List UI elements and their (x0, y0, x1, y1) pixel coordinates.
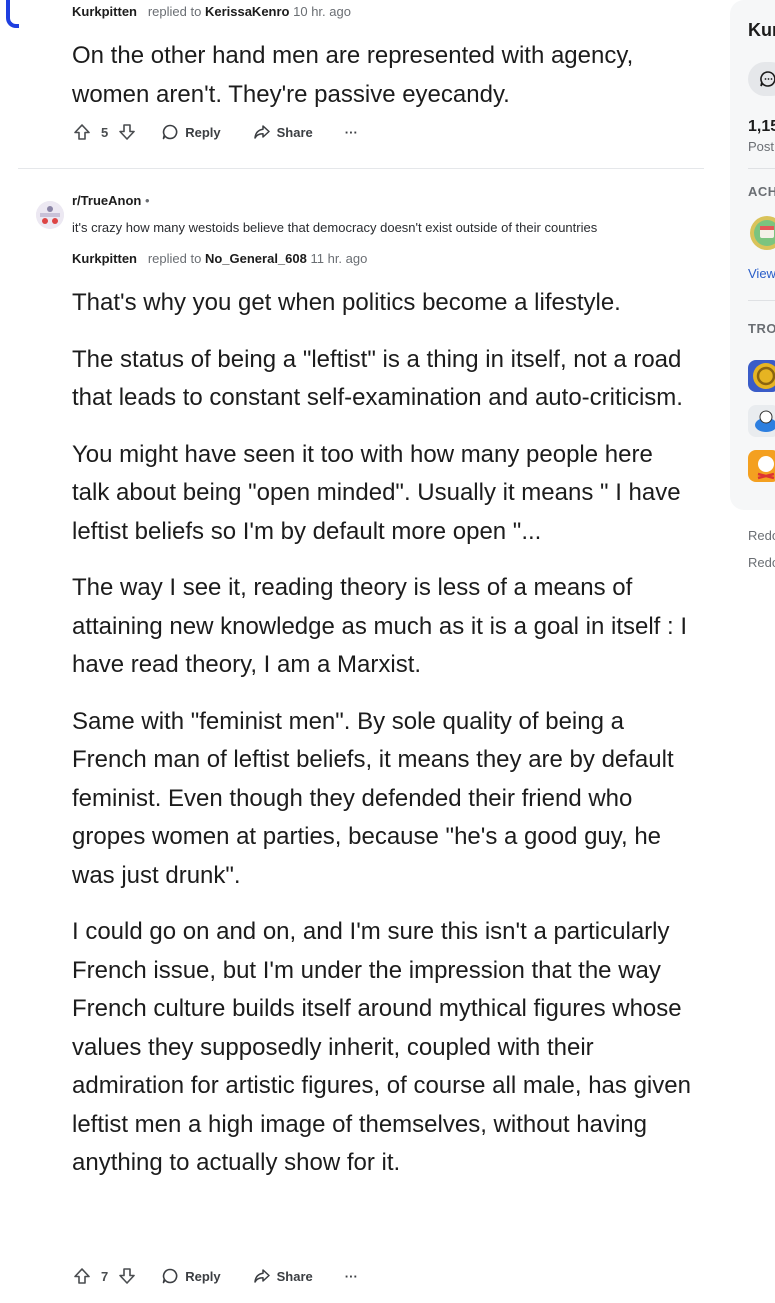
chat-icon (760, 71, 775, 87)
footer-link[interactable]: Redo (748, 528, 775, 543)
comment-bubble-icon (162, 124, 178, 140)
share-icon (253, 1269, 270, 1283)
vote-score: 5 (101, 124, 109, 140)
comment-paragraph: The way I see it, reading theory is less… (72, 574, 687, 678)
subreddit-avatar[interactable] (36, 201, 64, 229)
comment-time: 10 hr. ago (293, 4, 351, 19)
trophy-verified-icon (748, 450, 775, 482)
share-button[interactable]: Share (253, 1267, 313, 1285)
subreddit-line: r/TrueAnon • (72, 193, 150, 208)
trophy-coin-icon (748, 360, 775, 392)
separator-dot: • (144, 193, 150, 208)
trophies-heading: TRO (748, 321, 775, 336)
upvote-icon[interactable] (72, 1266, 92, 1286)
share-button[interactable]: Share (253, 123, 313, 141)
downvote-icon[interactable] (117, 1266, 137, 1286)
comment-paragraph: Same with "feminist men". By sole qualit… (72, 707, 674, 889)
comment-body: That's why you get when politics become … (72, 284, 692, 1201)
comment-feed: Kurkpitten replied to KerissaKenro 10 hr… (0, 0, 710, 1303)
sidebar-divider (748, 168, 775, 169)
comment-author[interactable]: Kurkpitten (72, 4, 137, 19)
footer-link[interactable]: Redo (748, 555, 775, 570)
reply-label: Reply (185, 124, 221, 140)
comment-meta: Kurkpitten replied to KerissaKenro 10 hr… (72, 4, 351, 19)
replied-to-label: replied to (147, 4, 202, 19)
profile-name: Kur (748, 20, 775, 40)
vote-score: 7 (101, 1268, 109, 1284)
upvote-icon[interactable] (72, 122, 92, 142)
chat-button[interactable] (748, 62, 775, 96)
thread-line (6, 0, 19, 28)
comment-body: On the other hand men are represented wi… (72, 37, 692, 132)
subreddit-name[interactable]: r/TrueAnon (72, 193, 141, 208)
comment-paragraph: The status of being a "leftist" is a thi… (72, 345, 683, 412)
share-label: Share (276, 1268, 313, 1284)
comment-actions: 7 Reply Share ··· (72, 1265, 358, 1287)
comment-author[interactable]: Kurkpitten (72, 251, 137, 266)
comment-paragraph: I could go on and on, and I'm sure this … (72, 918, 691, 1176)
comment-meta: Kurkpitten replied to No_General_608 11 … (72, 251, 367, 266)
reply-button[interactable]: Reply (161, 1267, 221, 1285)
sidebar-divider (748, 300, 775, 301)
achievements-heading: ACH (748, 184, 775, 199)
comment-time: 11 hr. ago (310, 251, 368, 266)
trophy-snoo-icon (748, 405, 775, 437)
reply-button[interactable]: Reply (161, 123, 221, 141)
comment-actions: 5 Reply Share ··· (72, 121, 358, 143)
achievement-badge-icon[interactable] (748, 212, 775, 254)
reply-label: Reply (185, 1268, 221, 1284)
view-achievements-link[interactable]: View (748, 266, 775, 281)
more-options-button[interactable]: ··· (345, 125, 358, 140)
comment-bubble-icon (162, 1268, 178, 1284)
share-label: Share (276, 124, 313, 140)
post-karma-label: Post (748, 139, 775, 154)
more-options-button[interactable]: ··· (345, 1269, 358, 1284)
downvote-icon[interactable] (117, 122, 137, 142)
replied-to-user[interactable]: No_General_608 (205, 251, 307, 266)
replied-to-label: replied to (147, 251, 202, 266)
post-karma-count: 1,15 (748, 118, 775, 135)
comment-paragraph: You might have seen it too with how many… (72, 440, 681, 545)
divider (18, 168, 704, 169)
share-icon (253, 125, 270, 139)
replied-to-user[interactable]: KerissaKenro (205, 4, 290, 19)
comment-paragraph: That's why you get when politics become … (72, 289, 621, 316)
post-title[interactable]: it's crazy how many westoids believe tha… (72, 220, 597, 235)
comment-paragraph: On the other hand men are represented wi… (72, 42, 634, 108)
